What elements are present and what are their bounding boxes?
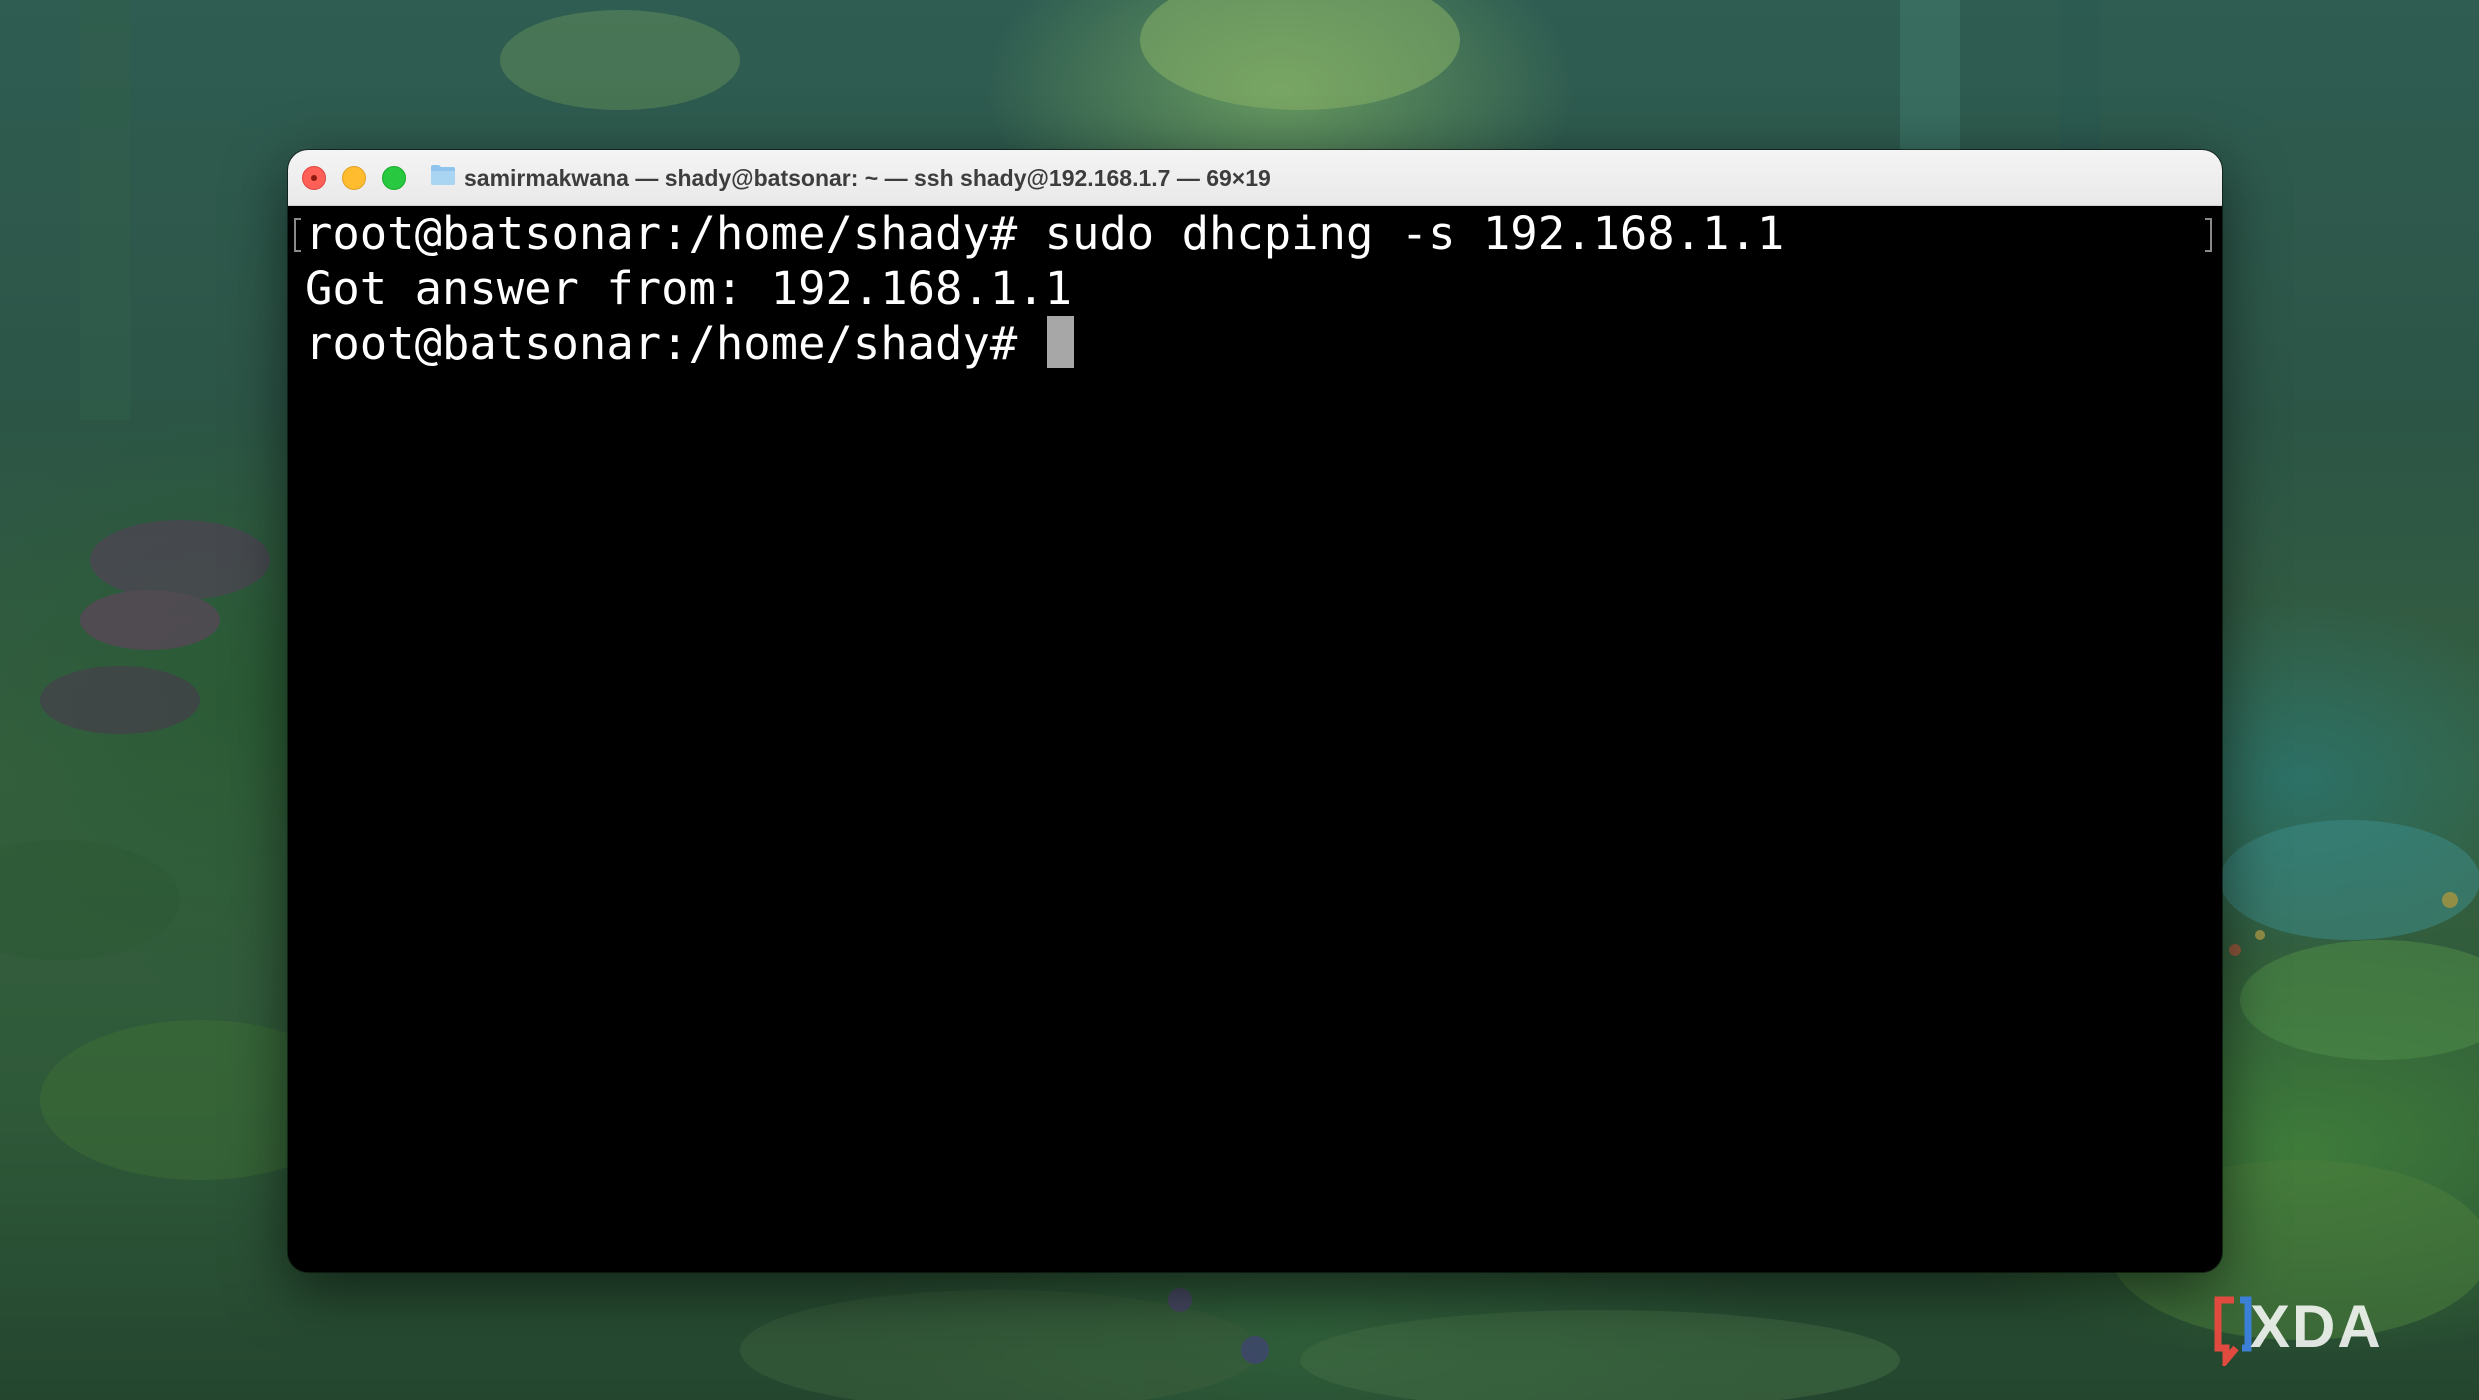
xda-bracket-icon bbox=[2214, 1296, 2252, 1366]
terminal-line-prompt[interactable]: root@batsonar:/home/shady# bbox=[305, 316, 1074, 371]
left-mark bbox=[294, 218, 301, 252]
terminal-output[interactable]: root@batsonar:/home/shady# sudo dhcping … bbox=[288, 206, 2222, 1272]
prompt-text: root@batsonar:/home/shady# bbox=[305, 317, 1045, 370]
xda-watermark-text: XDA bbox=[2250, 1293, 2383, 1360]
terminal-window[interactable]: samirmakwana — shady@batsonar: ~ — ssh s… bbox=[288, 150, 2222, 1272]
terminal-line-command: root@batsonar:/home/shady# sudo dhcping … bbox=[305, 207, 1785, 260]
right-mark bbox=[2205, 218, 2212, 252]
window-title: samirmakwana — shady@batsonar: ~ — ssh s… bbox=[464, 165, 1271, 191]
minimize-button[interactable] bbox=[342, 166, 366, 190]
folder-icon bbox=[431, 165, 455, 185]
zoom-button[interactable] bbox=[382, 166, 406, 190]
close-button[interactable] bbox=[302, 166, 326, 190]
text-cursor bbox=[1046, 316, 1074, 368]
terminal-line-output: Got answer from: 192.168.1.1 bbox=[305, 262, 1073, 315]
xda-logo: XDA bbox=[2212, 1290, 2452, 1366]
title-bar[interactable]: samirmakwana — shady@batsonar: ~ — ssh s… bbox=[288, 150, 2222, 206]
